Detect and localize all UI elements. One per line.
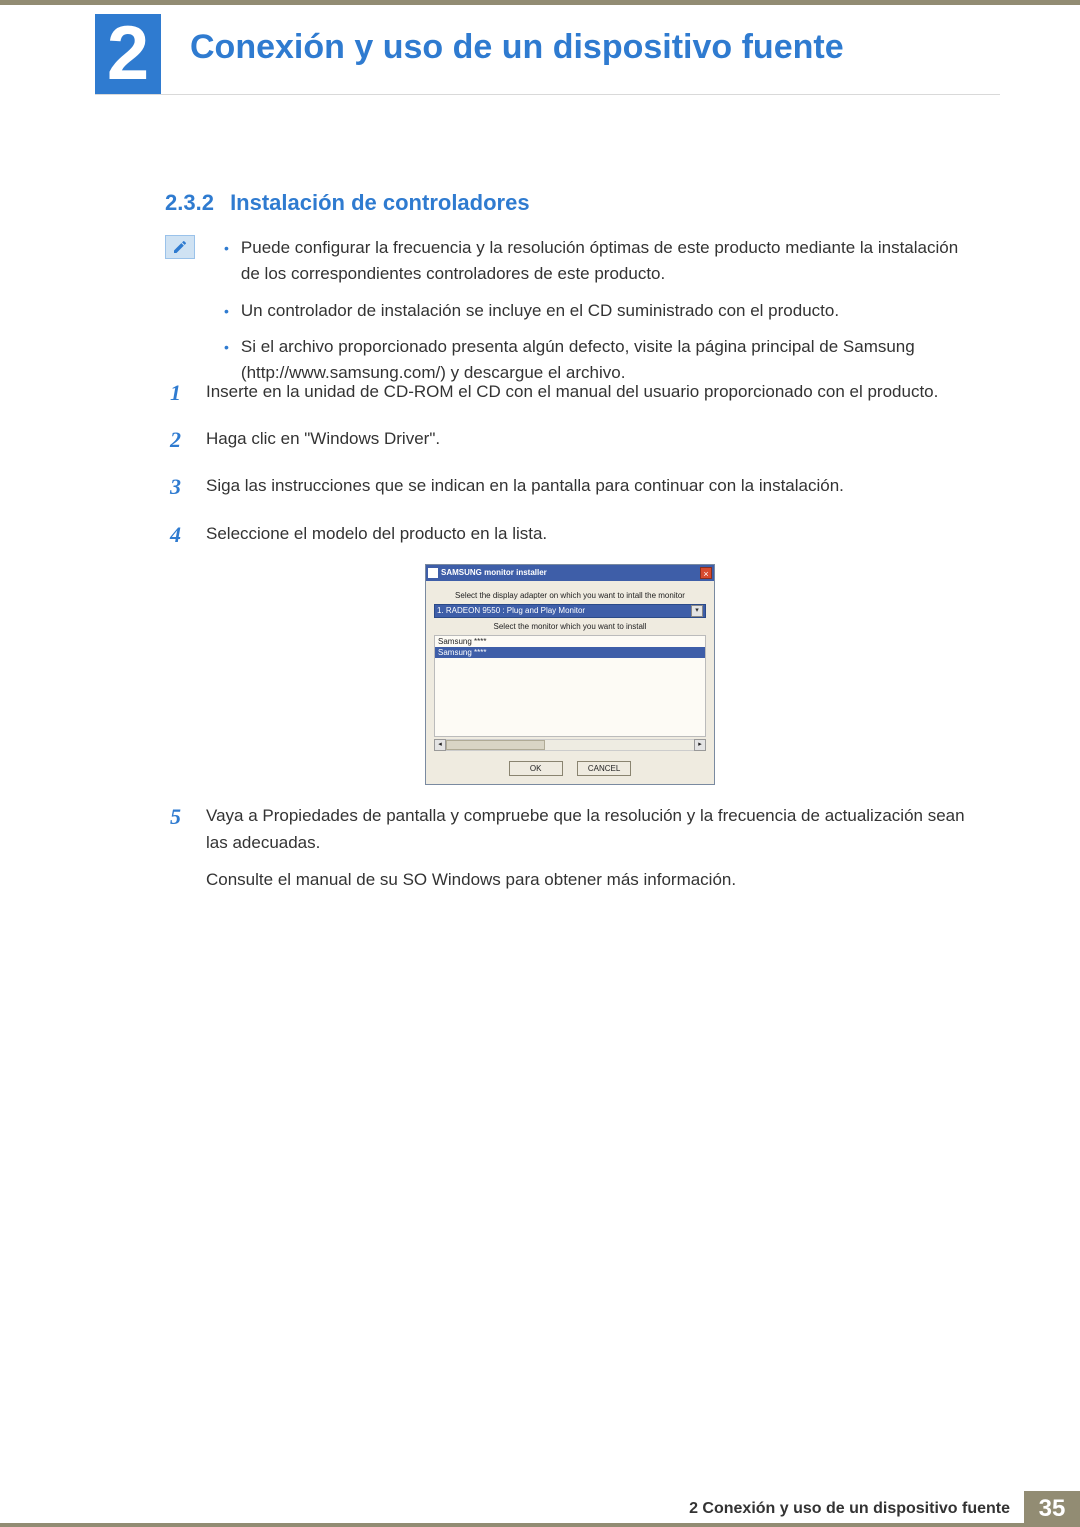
- step-text: Seleccione el modelo del producto en la …: [206, 517, 970, 552]
- bullet-icon: •: [224, 235, 229, 288]
- scroll-right-icon[interactable]: ▸: [694, 739, 706, 751]
- note-item: • Un controlador de instalación se inclu…: [224, 298, 964, 324]
- bottom-border: [0, 1523, 1080, 1527]
- installer-label-adapter: Select the display adapter on which you …: [434, 591, 706, 600]
- section-heading: 2.3.2 Instalación de controladores: [165, 190, 530, 216]
- section-number: 2.3.2: [165, 190, 214, 215]
- note-icon: [165, 235, 195, 259]
- adapter-dropdown-value: 1. RADEON 9550 : Plug and Play Monitor: [437, 606, 691, 615]
- page-number: 35: [1024, 1491, 1080, 1527]
- step-item: 5 Vaya a Propiedades de pantalla y compr…: [170, 799, 970, 894]
- steps-list: 1 Inserte en la unidad de CD-ROM el CD c…: [170, 375, 970, 905]
- step-text: Haga clic en "Windows Driver".: [206, 422, 970, 457]
- installer-titlebar: SAMSUNG monitor installer ×: [426, 565, 714, 581]
- step-number: 3: [170, 469, 190, 504]
- scroll-thumb[interactable]: [446, 740, 545, 750]
- note-text: Un controlador de instalación se incluye…: [241, 298, 839, 324]
- note-list: • Puede configurar la frecuencia y la re…: [224, 235, 964, 397]
- installer-app-icon: [428, 568, 438, 578]
- chevron-down-icon[interactable]: ▾: [691, 605, 703, 617]
- scroll-track[interactable]: [446, 739, 694, 751]
- section-title: Instalación de controladores: [230, 190, 530, 215]
- monitor-listbox[interactable]: Samsung **** Samsung ****: [434, 635, 706, 737]
- step-number: 2: [170, 422, 190, 457]
- step-text: Vaya a Propiedades de pantalla y comprue…: [206, 802, 970, 856]
- top-border: [0, 0, 1080, 5]
- list-item[interactable]: Samsung ****: [435, 636, 705, 647]
- note-text: Puede configurar la frecuencia y la reso…: [241, 235, 964, 288]
- title-underline: [95, 94, 1000, 95]
- page-footer: 2 Conexión y uso de un dispositivo fuent…: [0, 1491, 1080, 1527]
- step-item: 1 Inserte en la unidad de CD-ROM el CD c…: [170, 375, 970, 410]
- cancel-button[interactable]: CANCEL: [577, 761, 631, 776]
- adapter-dropdown[interactable]: 1. RADEON 9550 : Plug and Play Monitor ▾: [434, 604, 706, 618]
- step-item: 2 Haga clic en "Windows Driver".: [170, 422, 970, 457]
- installer-buttons: OK CANCEL: [434, 761, 706, 776]
- horizontal-scrollbar[interactable]: ◂ ▸: [434, 739, 706, 751]
- step-text-group: Vaya a Propiedades de pantalla y comprue…: [206, 799, 970, 894]
- note-item: • Puede configurar la frecuencia y la re…: [224, 235, 964, 288]
- list-item[interactable]: Samsung ****: [435, 647, 705, 658]
- step-number: 1: [170, 375, 190, 410]
- step-item: 4 Seleccione el modelo del producto en l…: [170, 517, 970, 552]
- step-number: 4: [170, 517, 190, 552]
- ok-button[interactable]: OK: [509, 761, 563, 776]
- bullet-icon: •: [224, 298, 229, 324]
- footer-chapter-label: 2 Conexión y uso de un dispositivo fuent…: [675, 1491, 1024, 1527]
- scroll-left-icon[interactable]: ◂: [434, 739, 446, 751]
- installer-window: SAMSUNG monitor installer × Select the d…: [425, 564, 715, 785]
- step-item: 3 Siga las instrucciones que se indican …: [170, 469, 970, 504]
- installer-title: SAMSUNG monitor installer: [441, 568, 700, 577]
- step-text: Inserte en la unidad de CD-ROM el CD con…: [206, 375, 970, 410]
- chapter-number-badge: 2: [95, 14, 161, 94]
- installer-label-monitor: Select the monitor which you want to ins…: [434, 622, 706, 631]
- installer-body: Select the display adapter on which you …: [426, 581, 714, 784]
- step-text: Siga las instrucciones que se indican en…: [206, 469, 970, 504]
- chapter-title: Conexión y uso de un dispositivo fuente: [190, 28, 844, 67]
- close-icon[interactable]: ×: [700, 567, 712, 579]
- step-text: Consulte el manual de su SO Windows para…: [206, 866, 970, 893]
- step-number: 5: [170, 799, 190, 894]
- installer-screenshot: SAMSUNG monitor installer × Select the d…: [170, 564, 970, 785]
